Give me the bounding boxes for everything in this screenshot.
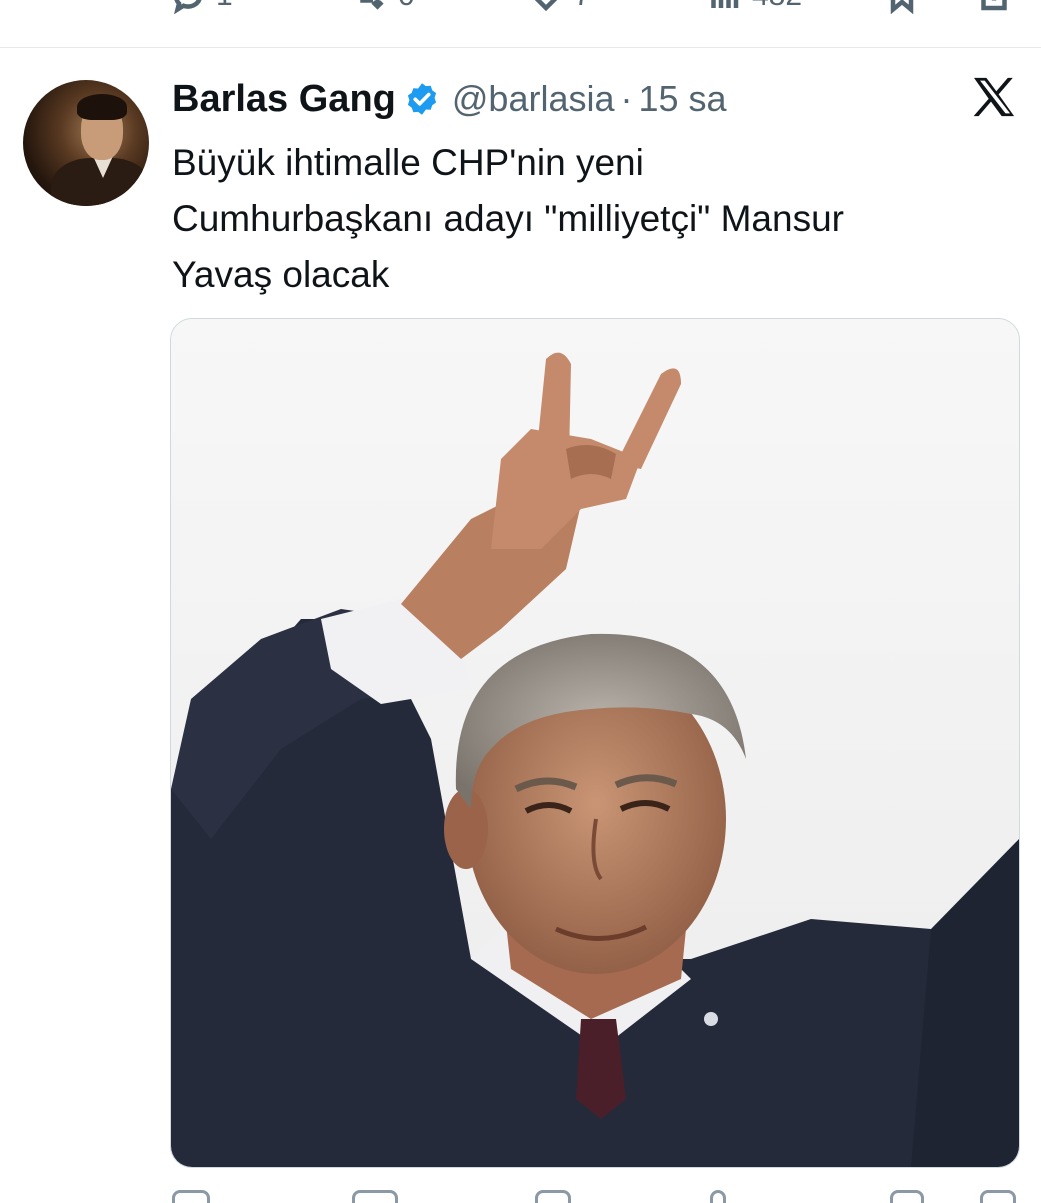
- share-button[interactable]: [976, 0, 1012, 14]
- reply-icon[interactable]: [172, 1190, 210, 1203]
- like-icon: [534, 0, 558, 12]
- like-count: 7: [574, 0, 591, 13]
- separator-dot: ·: [620, 78, 633, 119]
- tweet-text-line: Yavaş olacak: [172, 254, 390, 295]
- display-name[interactable]: Barlas Gang: [172, 78, 396, 121]
- verified-badge-icon: [407, 83, 436, 115]
- avatar[interactable]: [23, 80, 149, 206]
- user-handle[interactable]: @barlasia: [452, 78, 615, 120]
- views-icon[interactable]: [710, 1190, 726, 1203]
- share-icon[interactable]: [980, 1190, 1016, 1203]
- retweet-count: 0: [398, 0, 415, 13]
- bookmark-button[interactable]: [884, 0, 920, 14]
- reply-button[interactable]: 1: [170, 0, 233, 14]
- bookmark-icon: [890, 0, 914, 14]
- tweet-photo[interactable]: [170, 318, 1020, 1168]
- like-icon[interactable]: [535, 1190, 571, 1203]
- retweet-button[interactable]: 0: [352, 0, 415, 14]
- reply-count: 1: [216, 0, 233, 13]
- views-button[interactable]: 482: [706, 0, 802, 14]
- timestamp[interactable]: 15 sa: [639, 78, 727, 120]
- tweet-text-line: Cumhurbaşkanı adayı "milliyetçi" Mansur: [172, 198, 844, 239]
- tweet-action-bar: [0, 1190, 1041, 1203]
- retweet-icon: [360, 0, 384, 10]
- like-button[interactable]: 7: [528, 0, 591, 14]
- views-count: 482: [752, 0, 802, 13]
- views-icon: [711, 0, 739, 8]
- bookmark-icon[interactable]: [890, 1190, 924, 1203]
- tweet-text: Büyük ihtimalle CHP'nin yeni Cumhurbaşka…: [172, 135, 1002, 303]
- x-logo-icon: [973, 77, 1015, 117]
- retweet-icon[interactable]: [352, 1190, 398, 1203]
- tweet-text-line: Büyük ihtimalle CHP'nin yeni: [172, 142, 644, 183]
- reply-icon: [174, 0, 202, 14]
- share-icon: [981, 0, 1007, 11]
- photo-content: [171, 319, 1019, 1167]
- tweet-header: Barlas Gang @barlasia · 15 sa: [172, 76, 727, 122]
- previous-tweet-action-bar: 1 0 7 482: [0, 0, 1041, 18]
- tweet-divider: [0, 47, 1041, 48]
